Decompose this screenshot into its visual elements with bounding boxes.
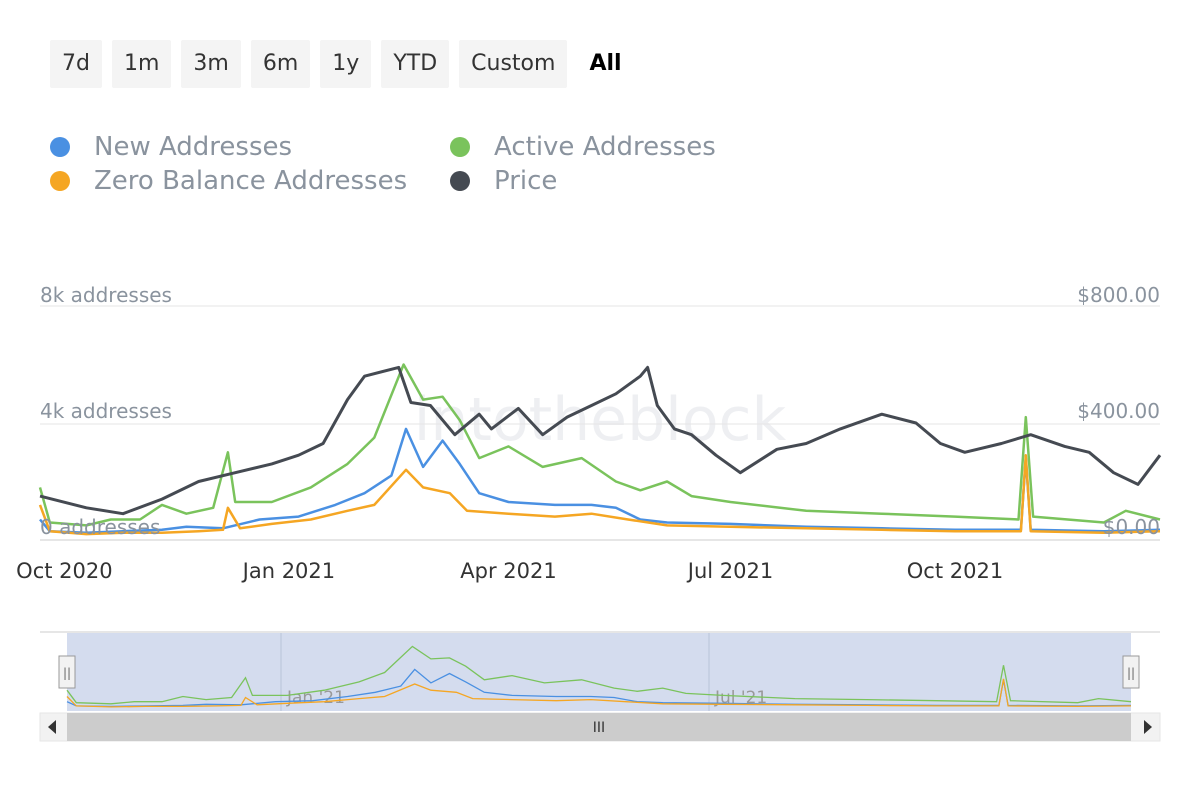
legend-item-zero-balance-addresses[interactable]: Zero Balance Addresses xyxy=(50,166,407,196)
range-6m-button[interactable]: 6m xyxy=(250,40,311,88)
range-selector: 7d 1m 3m 6m 1y YTD Custom All xyxy=(50,40,634,88)
range-7d-button[interactable]: 7d xyxy=(50,40,102,88)
navigator-line-active-addresses xyxy=(66,645,1132,705)
legend-dot-icon xyxy=(450,171,470,191)
navigator-line-zero-balance-addresses xyxy=(66,678,1132,708)
chart-canvas: intotheblock 8k addresses 4k addresses 0… xyxy=(16,283,1162,742)
y-right-tick-label: $800.00 xyxy=(1077,283,1160,307)
y-left-tick-label: 4k addresses xyxy=(40,399,172,423)
scrollbar-grip-icon: III xyxy=(593,720,605,736)
navigator-series xyxy=(66,645,1132,708)
legend-dot-icon xyxy=(50,137,70,157)
navigator-selection[interactable] xyxy=(67,633,1131,711)
legend-item-price[interactable]: Price xyxy=(450,166,557,196)
navigator-line-new-addresses xyxy=(66,668,1132,708)
range-ytd-button[interactable]: YTD xyxy=(381,40,450,88)
main-plot: intotheblock 8k addresses 4k addresses 0… xyxy=(16,283,1162,583)
scrollbar-thumb[interactable] xyxy=(67,713,1131,741)
navigator-label: Jan '21 xyxy=(286,688,345,708)
x-tick-label: Oct 2020 xyxy=(16,559,112,583)
series-line-zero-balance-addresses xyxy=(38,453,1161,536)
navigator-label: Jul '21 xyxy=(714,688,767,708)
range-custom-button[interactable]: Custom xyxy=(459,40,568,88)
scroll-right-arrow-icon[interactable] xyxy=(1144,720,1152,734)
range-1m-button[interactable]: 1m xyxy=(111,40,172,88)
x-tick-label: Apr 2021 xyxy=(460,559,556,583)
x-tick-label: Jul 2021 xyxy=(686,559,773,583)
range-all-button[interactable]: All xyxy=(577,40,633,88)
series-line-active-addresses xyxy=(38,363,1161,527)
scrollbar[interactable]: III xyxy=(39,712,1161,742)
scroll-left-arrow-icon[interactable] xyxy=(48,720,56,734)
legend-dot-icon xyxy=(450,137,470,157)
scrollbar-track[interactable] xyxy=(39,712,1161,742)
series-line-price xyxy=(39,365,1162,516)
handle-grip-icon: || xyxy=(63,666,71,680)
navigator: Jan '21 Jul '21 || || xyxy=(40,631,1160,711)
legend-label: Active Addresses xyxy=(494,132,716,162)
series-group xyxy=(38,363,1162,536)
y-right-tick-label: $0.00 xyxy=(1103,515,1160,539)
legend-dot-icon xyxy=(50,171,70,191)
y-left-tick-label: 0 addresses xyxy=(40,515,160,539)
legend-label: New Addresses xyxy=(94,132,293,162)
handle-grip-icon: || xyxy=(1127,666,1135,680)
legend-item-active-addresses[interactable]: Active Addresses xyxy=(450,132,716,162)
navigator-left-handle[interactable]: || xyxy=(58,655,76,689)
navigator-right-handle[interactable]: || xyxy=(1122,655,1140,689)
x-axis-labels: Oct 2020 Jan 2021 Apr 2021 Jul 2021 Oct 2021 xyxy=(16,559,1003,583)
legend-label: Zero Balance Addresses xyxy=(94,166,408,196)
y-right-tick-label: $400.00 xyxy=(1077,399,1160,423)
y-left-tick-label: 8k addresses xyxy=(40,283,172,307)
x-tick-label: Jan 2021 xyxy=(241,559,336,583)
legend-item-new-addresses[interactable]: New Addresses xyxy=(50,132,292,162)
legend-label: Price xyxy=(494,166,558,196)
range-3m-button[interactable]: 3m xyxy=(181,40,241,88)
watermark: intotheblock xyxy=(414,385,787,455)
range-1y-button[interactable]: 1y xyxy=(320,40,372,88)
series-line-new-addresses xyxy=(39,427,1161,534)
x-tick-label: Oct 2021 xyxy=(907,559,1003,583)
